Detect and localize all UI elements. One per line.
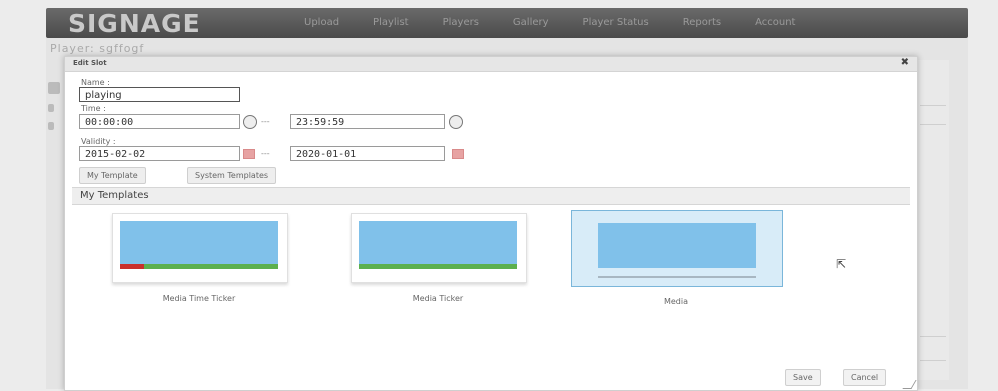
main-nav: Upload Playlist Players Gallery Player S… bbox=[304, 17, 829, 28]
side-icon bbox=[48, 122, 54, 130]
divider bbox=[920, 105, 946, 106]
template-caption: Media bbox=[663, 297, 689, 306]
divider bbox=[920, 124, 946, 125]
divider bbox=[920, 360, 946, 361]
media-zone bbox=[120, 221, 278, 264]
clock-icon[interactable] bbox=[449, 115, 463, 129]
page-title: Player: sgffogf bbox=[50, 42, 145, 55]
nav-upload[interactable]: Upload bbox=[304, 17, 339, 28]
dialog-title: Edit Slot bbox=[73, 59, 107, 67]
divider bbox=[920, 336, 946, 337]
clock-icon[interactable] bbox=[243, 115, 257, 129]
side-icon bbox=[48, 82, 60, 94]
calendar-icon[interactable] bbox=[452, 149, 464, 159]
template-caption: Media Ticker bbox=[412, 294, 464, 303]
nav-account[interactable]: Account bbox=[755, 17, 795, 28]
top-navigation-bar: SIGNAGE Upload Playlist Players Gallery … bbox=[46, 8, 968, 38]
app-logo: SIGNAGE bbox=[68, 9, 201, 38]
name-input[interactable]: playing bbox=[79, 87, 240, 102]
tab-my-template[interactable]: My Template bbox=[79, 167, 146, 184]
edit-slot-dialog: Edit Slot ✖ Name : playing Time : 00:00:… bbox=[64, 56, 918, 391]
nav-players[interactable]: Players bbox=[443, 17, 479, 28]
cancel-button[interactable]: Cancel bbox=[843, 369, 887, 386]
ticker-zone bbox=[144, 264, 278, 269]
section-title: My Templates bbox=[80, 190, 149, 201]
calendar-icon[interactable] bbox=[243, 149, 255, 159]
ticker-zone bbox=[359, 264, 517, 269]
side-icon bbox=[48, 104, 54, 112]
valid-to-input[interactable]: 2020-01-01 bbox=[290, 146, 445, 161]
nav-playlist[interactable]: Playlist bbox=[373, 17, 409, 28]
time-label: Time : bbox=[81, 104, 106, 113]
template-caption: Media Time Ticker bbox=[162, 294, 236, 303]
tab-system-templates[interactable]: System Templates bbox=[187, 167, 277, 184]
media-zone bbox=[359, 221, 517, 264]
close-icon[interactable]: ✖ bbox=[901, 57, 909, 68]
validity-label: Validity : bbox=[81, 137, 116, 146]
nav-player-status[interactable]: Player Status bbox=[583, 17, 649, 28]
background-right-panel bbox=[916, 60, 949, 380]
mouse-pointer-icon: ⇱ bbox=[836, 257, 847, 271]
end-time-input[interactable]: 23:59:59 bbox=[290, 114, 445, 129]
time-zone bbox=[120, 264, 144, 269]
range-separator: --- bbox=[261, 117, 270, 126]
name-label: Name : bbox=[81, 78, 110, 87]
range-separator: --- bbox=[261, 149, 270, 158]
valid-from-input[interactable]: 2015-02-02 bbox=[79, 146, 240, 161]
media-zone bbox=[598, 223, 756, 268]
nav-reports[interactable]: Reports bbox=[683, 17, 721, 28]
dialog-header[interactable]: Edit Slot ✖ bbox=[65, 57, 917, 72]
save-button[interactable]: Save bbox=[785, 369, 821, 386]
section-header: My Templates bbox=[72, 187, 910, 205]
preview-base bbox=[598, 276, 756, 278]
start-time-input[interactable]: 00:00:00 bbox=[79, 114, 240, 129]
nav-gallery[interactable]: Gallery bbox=[513, 17, 549, 28]
